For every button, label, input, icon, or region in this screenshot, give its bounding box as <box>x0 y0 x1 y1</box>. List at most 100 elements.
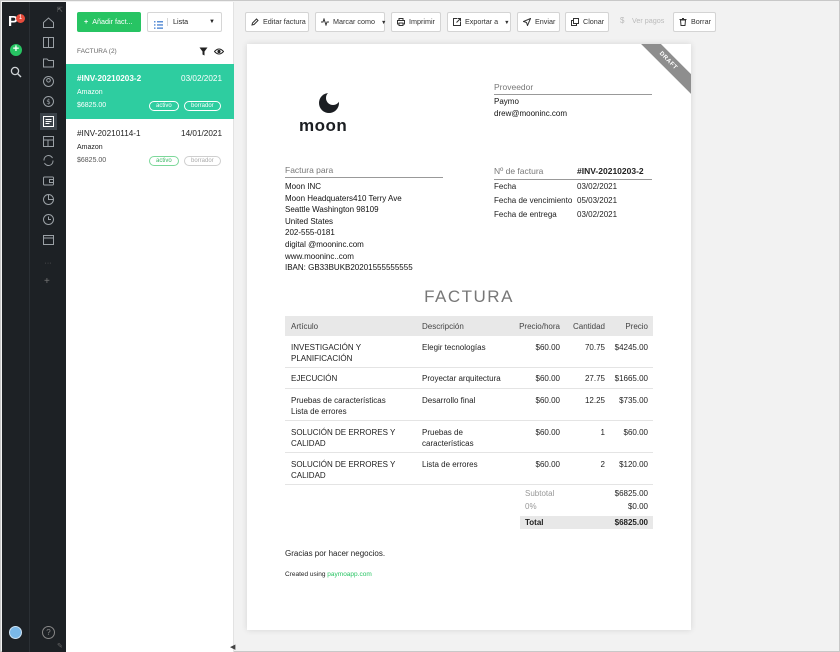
pie-chart-icon[interactable] <box>42 193 55 206</box>
item-description: Proyectar arquitectura <box>422 374 501 383</box>
subtotal-value: $6825.00 <box>614 489 648 498</box>
view-mode-select[interactable]: Lista ▼ <box>147 12 222 32</box>
filter-icon[interactable] <box>199 47 208 56</box>
bill-to-line: Moon INC <box>285 182 322 191</box>
wallet-icon[interactable] <box>42 174 55 187</box>
bill-to-line: Seattle Washington 98109 <box>285 205 379 215</box>
invoice-list-item[interactable]: #INV-20210203-2 03/02/2021 Amazon $6825.… <box>66 64 234 119</box>
bill-to-line: IBAN: GB33BUKB20201555555555 <box>285 263 413 273</box>
supplier-block: Paymo drew@mooninc.com <box>494 96 567 119</box>
item-price: $4245.00 <box>614 343 648 352</box>
table-row: SOLUCIÓN DE ERRORES Y CALIDAD Pruebas de… <box>285 421 653 453</box>
chevron-down-icon: ▼ <box>209 19 215 25</box>
eye-icon[interactable] <box>213 47 225 56</box>
contacts-icon[interactable] <box>42 75 55 88</box>
add-invoice-button[interactable]: + Añadir fact... <box>77 12 141 32</box>
meta-date-row: Fecha 03/02/2021 <box>494 182 652 196</box>
calendar-icon[interactable] <box>42 233 55 246</box>
subtotal-label: Subtotal <box>525 489 555 498</box>
send-button[interactable]: Enviar <box>517 12 560 32</box>
table-header: Artículo Descripción Precio/hora Cantida… <box>285 316 653 336</box>
quick-add-button[interactable]: + <box>10 44 22 56</box>
sync-icon[interactable] <box>42 154 55 167</box>
invoice-client: Amazon <box>77 144 103 151</box>
meta-due-row: Fecha de vencimiento 05/03/2021 <box>494 196 652 210</box>
clone-icon <box>571 18 579 26</box>
search-icon[interactable] <box>10 66 22 78</box>
mark-as-button[interactable]: Marcar como ▼ <box>315 12 386 32</box>
view-payments-button[interactable]: $ Ver pagos <box>615 12 667 32</box>
reports-icon[interactable] <box>42 135 55 148</box>
delete-button[interactable]: Borrar <box>673 12 716 32</box>
item-description: Desarrollo final <box>422 396 476 405</box>
export-button[interactable]: Exportar a ▼ <box>447 12 511 32</box>
item-price: $1665.00 <box>614 374 648 383</box>
pulse-icon <box>321 18 329 26</box>
tax-row: 0% $0.00 <box>520 502 653 515</box>
invoice-list-item[interactable]: #INV-20210114-1 14/01/2021 Amazon $6825.… <box>66 119 234 174</box>
send-label: Enviar <box>535 17 556 26</box>
chevron-down-icon: ▼ <box>504 20 510 26</box>
item-rate: $60.00 <box>535 428 560 437</box>
projects-icon[interactable] <box>42 36 55 49</box>
trash-icon <box>679 18 687 26</box>
document-title: FACTURA <box>424 287 514 306</box>
settings-icon[interactable]: ✎ <box>57 642 63 650</box>
invoice-date: 14/01/2021 <box>181 129 222 138</box>
column-header: Precio <box>625 322 648 331</box>
folder-icon[interactable] <box>42 56 55 69</box>
notification-badge[interactable]: 1 <box>16 14 25 23</box>
column-header: Cantidad <box>572 322 605 331</box>
total-label: Total <box>525 518 544 527</box>
money-icon[interactable]: $ <box>42 95 55 108</box>
rail-primary: P 1 + <box>2 2 29 652</box>
print-button[interactable]: Imprimir <box>391 12 441 32</box>
item-name: INVESTIGACIÓN Y PLANIFICACIÓN <box>291 343 361 363</box>
collapse-panel-icon[interactable]: ◀ <box>230 643 235 651</box>
item-price: $60.00 <box>623 428 648 437</box>
print-label: Imprimir <box>409 17 435 26</box>
nav-rail: P 1 + ⇱ $ ··· + ? ✎ <box>2 2 66 652</box>
item-name: SOLUCIÓN DE ERRORES Y CALIDAD <box>291 428 396 448</box>
svg-text:$: $ <box>46 98 50 106</box>
item-rate: $60.00 <box>535 343 560 352</box>
supplier-label: Proveedor <box>494 82 652 95</box>
clone-button[interactable]: Clonar <box>565 12 609 32</box>
created-using-note: Created using paymoapp.com <box>285 571 372 578</box>
printer-icon <box>397 18 405 26</box>
add-module-icon[interactable]: + <box>44 276 50 287</box>
meta-label: Nº de factura <box>494 166 544 176</box>
mark-as-label: Marcar como <box>333 17 375 26</box>
bill-to-line: www.mooninc..com <box>285 251 354 261</box>
meta-label: Fecha de entrega <box>494 210 557 219</box>
home-icon[interactable] <box>42 16 55 29</box>
invoice-list-panel: + Añadir fact... Lista ▼ FACTURA (2) #INV… <box>66 2 235 652</box>
help-icon[interactable]: ? <box>42 626 55 639</box>
edit-invoice-button[interactable]: Editar factura <box>245 12 309 32</box>
status-badge: activo <box>149 156 179 166</box>
item-qty: 1 <box>600 428 605 437</box>
bill-to-line: United States <box>285 216 334 226</box>
table-row: Pruebas de características Lista de erro… <box>285 389 653 421</box>
meta-number-row: Nº de factura #INV-20210203-2 <box>494 166 652 180</box>
created-prefix: Created using <box>285 571 326 578</box>
item-rate: $60.00 <box>535 374 560 383</box>
table-row: EJECUCIÓN Proyectar arquitectura $60.00 … <box>285 368 653 389</box>
column-header: Descripción <box>422 322 464 331</box>
tax-label: 0% <box>525 502 537 511</box>
meta-value: 05/03/2021 <box>577 196 618 205</box>
plus-icon: + <box>84 17 89 26</box>
bill-to-block: Moon INC Moon Headquaters410 Terry Ave S… <box>285 181 413 274</box>
paymo-link[interactable]: paymoapp.com <box>327 571 371 578</box>
invoices-icon[interactable] <box>40 113 57 130</box>
supplier-name: Paymo <box>494 97 519 106</box>
clock-icon[interactable] <box>42 213 55 226</box>
bill-to-label: Factura para <box>285 165 443 178</box>
item-description: Lista de errores <box>422 460 478 469</box>
invoice-client: Amazon <box>77 89 103 96</box>
rail-divider: ··· <box>44 260 52 267</box>
item-price: $735.00 <box>619 396 648 405</box>
expand-icon[interactable]: ⇱ <box>57 6 65 14</box>
avatar[interactable] <box>9 626 22 639</box>
status-badge: activo <box>149 101 179 111</box>
